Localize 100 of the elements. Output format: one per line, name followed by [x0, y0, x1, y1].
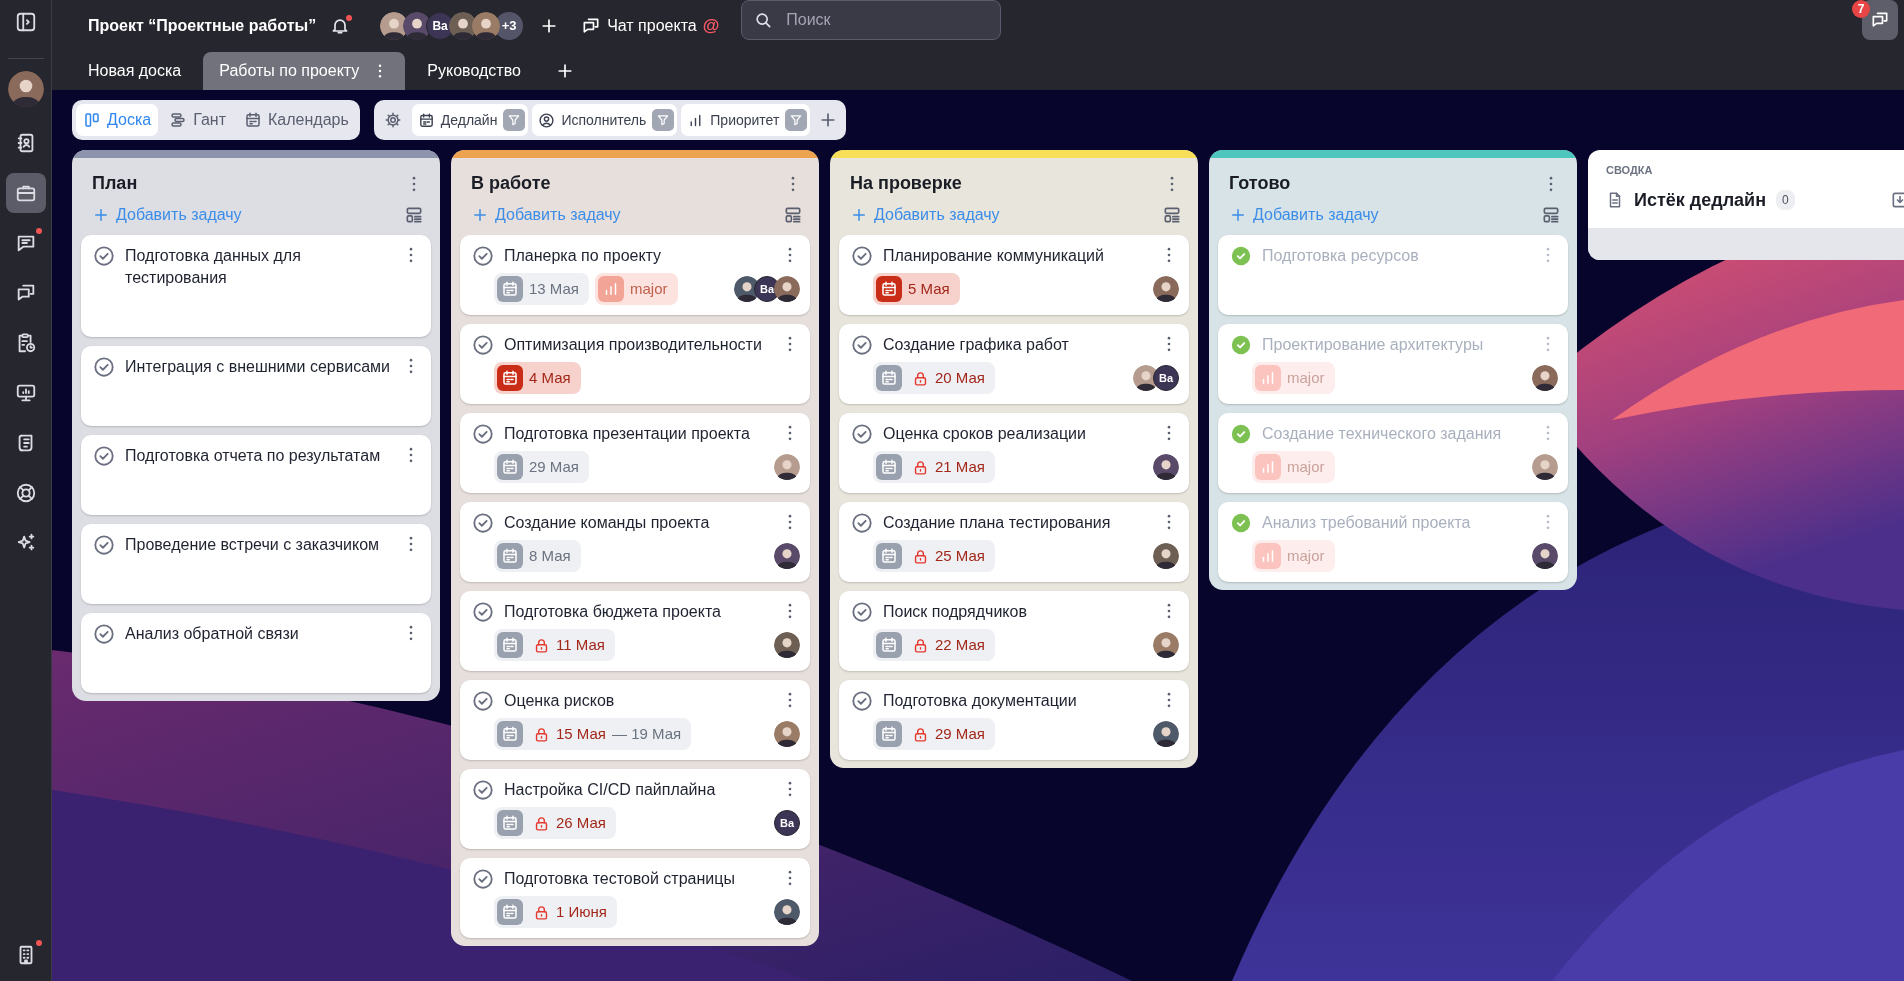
check-circle-icon[interactable] — [472, 779, 494, 801]
plus-icon — [471, 206, 489, 224]
task-card[interactable]: Подготовка отчета по результатам — [81, 435, 431, 515]
check-circle-icon[interactable] — [93, 245, 115, 267]
avatar — [1153, 632, 1179, 658]
due-date-chip[interactable]: 15 Мая — 19 Мая — [494, 718, 692, 750]
task-title: Интеграция с внешними сервисами — [125, 357, 391, 377]
due-date-chip[interactable]: 13 Мая — [494, 273, 589, 305]
due-date-chip[interactable]: 29 Мая — [873, 718, 995, 750]
task-title: Подготовка презентации проекта — [504, 424, 751, 444]
due-date-chip[interactable]: 29 Мая — [494, 451, 589, 483]
check-circle-icon[interactable] — [472, 423, 494, 445]
task-title: Подготовка данных для тестирования — [125, 246, 302, 288]
task-card[interactable]: Создание плана тестирования 25 Мая — [839, 502, 1189, 582]
filter-chip[interactable]: Исполнитель — [532, 104, 678, 136]
board-tab[interactable]: Работы по проекту — [203, 52, 406, 90]
checked-circle-icon[interactable] — [1230, 245, 1252, 267]
chat-icon — [581, 16, 602, 36]
chat-link[interactable]: Чат проекта — [607, 14, 697, 38]
check-circle-icon[interactable] — [93, 534, 115, 556]
layout-icon[interactable] — [1541, 205, 1561, 225]
due-date-chip[interactable]: 11 Мая — [494, 629, 615, 661]
check-circle-icon[interactable] — [472, 868, 494, 890]
task-title: Настройка CI/CD пайплайна — [504, 780, 717, 800]
check-circle-icon[interactable] — [851, 423, 873, 445]
check-circle-icon[interactable] — [472, 601, 494, 623]
task-card[interactable]: Создание графика работ 20 Мая Ва — [839, 324, 1189, 404]
person-icon — [538, 111, 556, 129]
settings-icon[interactable] — [383, 111, 402, 129]
task-card[interactable]: Подготовка данных для тестирования — [81, 235, 431, 337]
avatar — [774, 721, 800, 747]
check-circle-icon[interactable] — [93, 445, 115, 467]
task-title: Анализ обратной связи — [125, 624, 300, 644]
more-members-count[interactable]: +3 — [495, 12, 524, 40]
checked-circle-icon[interactable] — [1230, 423, 1252, 445]
task-card[interactable]: Проведение встречи с заказчиком — [81, 524, 431, 604]
download-icon[interactable] — [1890, 190, 1904, 210]
chat-icon — [1870, 10, 1890, 30]
task-card[interactable]: Поиск подрядчиков 22 Мая — [839, 591, 1189, 671]
layout-icon[interactable] — [404, 205, 424, 225]
check-circle-icon[interactable] — [851, 512, 873, 534]
task-card[interactable]: Подготовка тестовой страницы 1 Июня — [460, 858, 810, 938]
lock-icon — [533, 725, 550, 743]
filter-chip[interactable]: Приоритет — [681, 104, 811, 136]
check-circle-icon[interactable] — [851, 245, 873, 267]
task-card[interactable]: Оценка рисков 15 Мая — 19 Мая — [460, 680, 810, 760]
check-circle-icon[interactable] — [851, 334, 873, 356]
check-circle-icon[interactable] — [851, 601, 873, 623]
due-date-chip[interactable]: 1 Июня — [494, 896, 617, 928]
task-card[interactable]: Оптимизация производительности 4 Мая — [460, 324, 810, 404]
task-card[interactable]: Анализ обратной связи — [81, 613, 431, 693]
board-tab[interactable]: Новая доска — [72, 52, 198, 90]
sidebar-item[interactable] — [5, 173, 46, 213]
checked-circle-icon[interactable] — [1230, 334, 1252, 356]
task-card[interactable]: Подготовка документации 29 Мая — [839, 680, 1189, 760]
lock-icon — [912, 725, 929, 743]
calendar-icon — [501, 280, 519, 298]
task-card[interactable]: Интеграция с внешними сервисами — [81, 346, 431, 426]
view-tab[interactable]: Календарь — [237, 104, 356, 136]
due-date-chip[interactable]: 26 Мая — [494, 807, 616, 839]
task-card[interactable]: Планирование коммуникаций 5 Мая — [839, 235, 1189, 315]
calendar-icon — [501, 814, 519, 832]
checked-circle-icon[interactable] — [1230, 512, 1252, 534]
due-date-chip[interactable]: 22 Мая — [873, 629, 995, 661]
chat-button[interactable] — [1862, 0, 1898, 40]
layout-icon[interactable] — [1162, 205, 1182, 225]
task-card[interactable]: Создание команды проекта 8 Мая — [460, 502, 810, 582]
check-circle-icon[interactable] — [851, 690, 873, 712]
due-date-chip[interactable]: 20 Мая — [873, 362, 995, 394]
task-card[interactable]: Планерка по проекту 13 Мая major Ва — [460, 235, 810, 315]
due-date-chip[interactable]: 25 Мая — [873, 540, 995, 572]
due-date-chip[interactable]: 21 Мая — [873, 451, 995, 483]
check-circle-icon[interactable] — [93, 623, 115, 645]
column-title: Готово — [1229, 172, 1291, 195]
due-date-chip[interactable]: 4 Мая — [494, 362, 581, 394]
sidebar-toggle-icon — [14, 11, 37, 33]
view-tab[interactable]: Доска — [76, 104, 159, 136]
task-title: Проведение встречи с заказчиком — [125, 535, 381, 555]
task-card[interactable]: Подготовка презентации проекта 29 Мая — [460, 413, 810, 493]
search-field[interactable]: Поиск — [741, 0, 1002, 40]
due-date-chip[interactable]: 8 Мая — [494, 540, 581, 572]
filter-chip[interactable]: Дедлайн — [411, 104, 529, 136]
task-title: Подготовка ресурсов — [1262, 246, 1420, 266]
priority-chip[interactable]: major — [595, 273, 678, 305]
check-circle-icon[interactable] — [472, 690, 494, 712]
due-date-chip[interactable]: 5 Мая — [873, 273, 960, 305]
check-circle-icon[interactable] — [472, 334, 494, 356]
task-title: Подготовка отчета по результатам — [125, 446, 382, 466]
view-tab[interactable]: Гант — [162, 104, 233, 136]
task-card[interactable]: Оценка сроков реализации 21 Мая — [839, 413, 1189, 493]
check-circle-icon[interactable] — [472, 512, 494, 534]
check-circle-icon[interactable] — [93, 356, 115, 378]
check-circle-icon[interactable] — [472, 245, 494, 267]
task-title: Проектирование архитектуры — [1262, 335, 1485, 355]
avatar — [1532, 365, 1558, 391]
board-tab[interactable]: Руководство — [411, 52, 537, 90]
task-card[interactable]: Настройка CI/CD пайплайна 26 Мая Ва — [460, 769, 810, 849]
calendar-icon — [880, 280, 898, 298]
task-card[interactable]: Подготовка бюджета проекта 11 Мая — [460, 591, 810, 671]
layout-icon[interactable] — [783, 205, 803, 225]
